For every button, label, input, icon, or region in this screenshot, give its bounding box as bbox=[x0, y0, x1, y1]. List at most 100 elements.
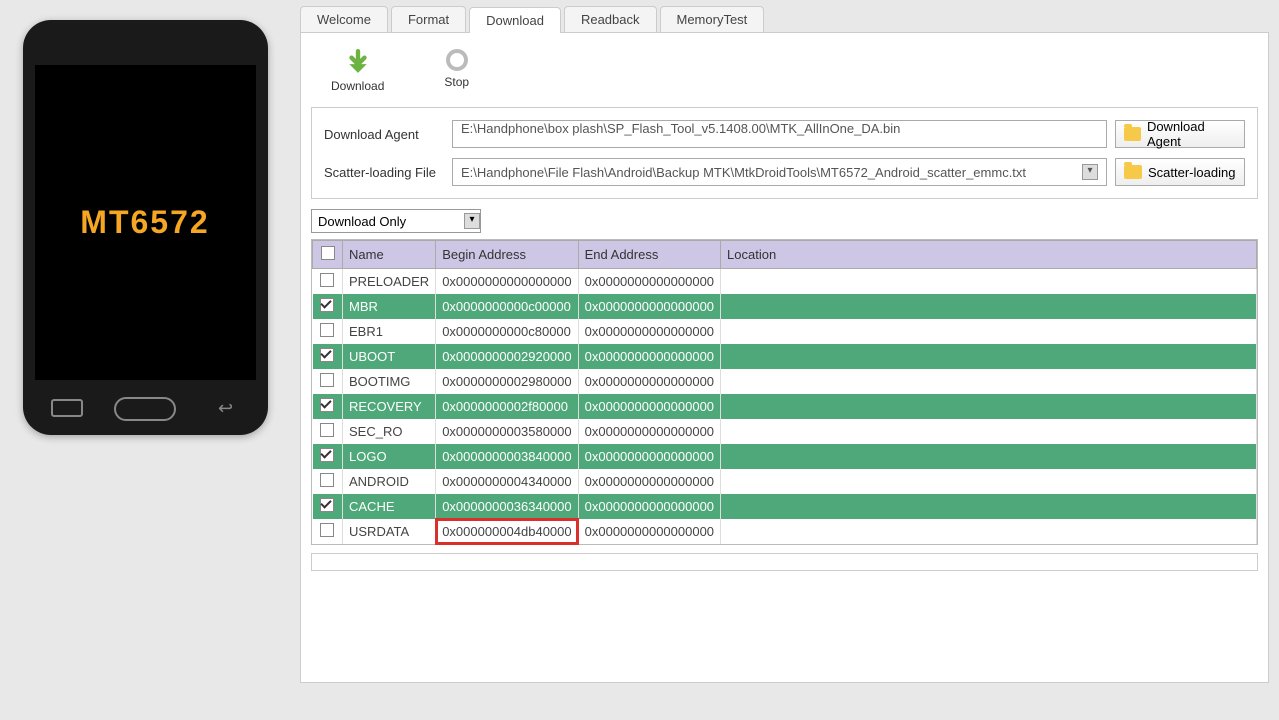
location-cell bbox=[721, 269, 1257, 295]
partition-table: Name Begin Address End Address Location … bbox=[311, 239, 1258, 545]
folder-icon bbox=[1124, 165, 1142, 179]
download-agent-label: Download Agent bbox=[324, 127, 444, 142]
end-address: 0x0000000000000000 bbox=[578, 369, 720, 394]
row-checkbox[interactable] bbox=[320, 398, 334, 412]
stop-button[interactable]: Stop bbox=[444, 49, 469, 93]
table-row[interactable]: BOOTIMG0x00000000029800000x0000000000000… bbox=[313, 369, 1257, 394]
table-row[interactable]: LOGO0x00000000038400000x0000000000000000 bbox=[313, 444, 1257, 469]
scatter-file-path-text: E:\Handphone\File Flash\Android\Backup M… bbox=[461, 165, 1026, 180]
table-row[interactable]: PRELOADER0x00000000000000000x00000000000… bbox=[313, 269, 1257, 295]
download-agent-row: Download Agent E:\Handphone\box plash\SP… bbox=[324, 120, 1245, 148]
end-address: 0x0000000000000000 bbox=[578, 344, 720, 369]
partition-name: MBR bbox=[343, 294, 436, 319]
row-checkbox[interactable] bbox=[320, 298, 334, 312]
table-row[interactable]: USRDATA0x000000004db400000x0000000000000… bbox=[313, 519, 1257, 544]
row-checkbox-cell[interactable] bbox=[313, 444, 343, 469]
row-checkbox[interactable] bbox=[320, 523, 334, 537]
begin-address: 0x0000000003840000 bbox=[436, 444, 578, 469]
begin-address: 0x0000000000c80000 bbox=[436, 319, 578, 344]
download-agent-button[interactable]: Download Agent bbox=[1115, 120, 1245, 148]
begin-address: 0x0000000000c00000 bbox=[436, 294, 578, 319]
download-button[interactable]: Download bbox=[331, 49, 384, 93]
partition-name: RECOVERY bbox=[343, 394, 436, 419]
table-row[interactable]: SEC_RO0x00000000035800000x00000000000000… bbox=[313, 419, 1257, 444]
row-checkbox[interactable] bbox=[320, 448, 334, 462]
end-address: 0x0000000000000000 bbox=[578, 469, 720, 494]
begin-address: 0x0000000004340000 bbox=[436, 469, 578, 494]
location-cell bbox=[721, 494, 1257, 519]
download-agent-path[interactable]: E:\Handphone\box plash\SP_Flash_Tool_v5.… bbox=[452, 120, 1107, 148]
end-address: 0x0000000000000000 bbox=[578, 444, 720, 469]
location-cell bbox=[721, 294, 1257, 319]
row-checkbox[interactable] bbox=[320, 498, 334, 512]
chevron-down-icon: ▾ bbox=[464, 213, 480, 229]
row-checkbox-cell[interactable] bbox=[313, 519, 343, 544]
begin-address: 0x000000004db40000 bbox=[436, 519, 578, 544]
folder-icon bbox=[1124, 127, 1141, 141]
select-all-checkbox[interactable] bbox=[321, 246, 335, 260]
download-arrow-icon bbox=[345, 49, 371, 75]
table-row[interactable]: CACHE0x00000000363400000x000000000000000… bbox=[313, 494, 1257, 519]
partition-name: LOGO bbox=[343, 444, 436, 469]
right-panel: Welcome Format Download Readback MemoryT… bbox=[290, 0, 1279, 720]
begin-address: 0x0000000002f80000 bbox=[436, 394, 578, 419]
phone-screen: MT6572 bbox=[35, 65, 256, 380]
location-cell bbox=[721, 444, 1257, 469]
table-row[interactable]: MBR0x0000000000c000000x0000000000000000 bbox=[313, 294, 1257, 319]
tab-download[interactable]: Download bbox=[469, 7, 561, 33]
chevron-down-icon: ▾ bbox=[1082, 164, 1098, 180]
header-end[interactable]: End Address bbox=[578, 241, 720, 269]
download-agent-button-label: Download Agent bbox=[1147, 119, 1236, 149]
table-row[interactable]: RECOVERY0x0000000002f800000x000000000000… bbox=[313, 394, 1257, 419]
header-checkbox-col[interactable] bbox=[313, 241, 343, 269]
tab-memorytest[interactable]: MemoryTest bbox=[660, 6, 765, 32]
header-location[interactable]: Location bbox=[721, 241, 1257, 269]
row-checkbox-cell[interactable] bbox=[313, 269, 343, 295]
phone-menu-button-icon bbox=[51, 399, 83, 417]
location-cell bbox=[721, 419, 1257, 444]
mode-row: Download Only ▾ bbox=[311, 209, 1258, 233]
partition-name: UBOOT bbox=[343, 344, 436, 369]
download-panel: Download Stop Download Agent E:\Handphon… bbox=[300, 33, 1269, 683]
partition-name: SEC_RO bbox=[343, 419, 436, 444]
partition-name: EBR1 bbox=[343, 319, 436, 344]
stop-circle-icon bbox=[446, 49, 468, 71]
header-begin[interactable]: Begin Address bbox=[436, 241, 578, 269]
row-checkbox-cell[interactable] bbox=[313, 394, 343, 419]
toolbar: Download Stop bbox=[311, 43, 1258, 107]
row-checkbox[interactable] bbox=[320, 373, 334, 387]
end-address: 0x0000000000000000 bbox=[578, 269, 720, 295]
end-address: 0x0000000000000000 bbox=[578, 494, 720, 519]
row-checkbox[interactable] bbox=[320, 323, 334, 337]
row-checkbox[interactable] bbox=[320, 348, 334, 362]
table-row[interactable]: UBOOT0x00000000029200000x000000000000000… bbox=[313, 344, 1257, 369]
download-mode-select[interactable]: Download Only ▾ bbox=[311, 209, 481, 233]
row-checkbox-cell[interactable] bbox=[313, 344, 343, 369]
tab-format[interactable]: Format bbox=[391, 6, 466, 32]
header-name[interactable]: Name bbox=[343, 241, 436, 269]
row-checkbox-cell[interactable] bbox=[313, 469, 343, 494]
scatter-file-path[interactable]: E:\Handphone\File Flash\Android\Backup M… bbox=[452, 158, 1107, 186]
location-cell bbox=[721, 394, 1257, 419]
table-row[interactable]: ANDROID0x00000000043400000x0000000000000… bbox=[313, 469, 1257, 494]
row-checkbox[interactable] bbox=[320, 273, 334, 287]
tab-welcome[interactable]: Welcome bbox=[300, 6, 388, 32]
row-checkbox-cell[interactable] bbox=[313, 494, 343, 519]
scatter-loading-button-label: Scatter-loading bbox=[1148, 165, 1235, 180]
download-button-label: Download bbox=[331, 79, 384, 93]
tab-readback[interactable]: Readback bbox=[564, 6, 657, 32]
end-address: 0x0000000000000000 bbox=[578, 519, 720, 544]
row-checkbox[interactable] bbox=[320, 473, 334, 487]
end-address: 0x0000000000000000 bbox=[578, 319, 720, 344]
location-cell bbox=[721, 369, 1257, 394]
row-checkbox-cell[interactable] bbox=[313, 369, 343, 394]
partition-name: BOOTIMG bbox=[343, 369, 436, 394]
row-checkbox-cell[interactable] bbox=[313, 319, 343, 344]
location-cell bbox=[721, 469, 1257, 494]
chipset-label: MT6572 bbox=[80, 204, 209, 241]
table-row[interactable]: EBR10x0000000000c800000x0000000000000000 bbox=[313, 319, 1257, 344]
row-checkbox[interactable] bbox=[320, 423, 334, 437]
scatter-loading-button[interactable]: Scatter-loading bbox=[1115, 158, 1245, 186]
row-checkbox-cell[interactable] bbox=[313, 419, 343, 444]
row-checkbox-cell[interactable] bbox=[313, 294, 343, 319]
